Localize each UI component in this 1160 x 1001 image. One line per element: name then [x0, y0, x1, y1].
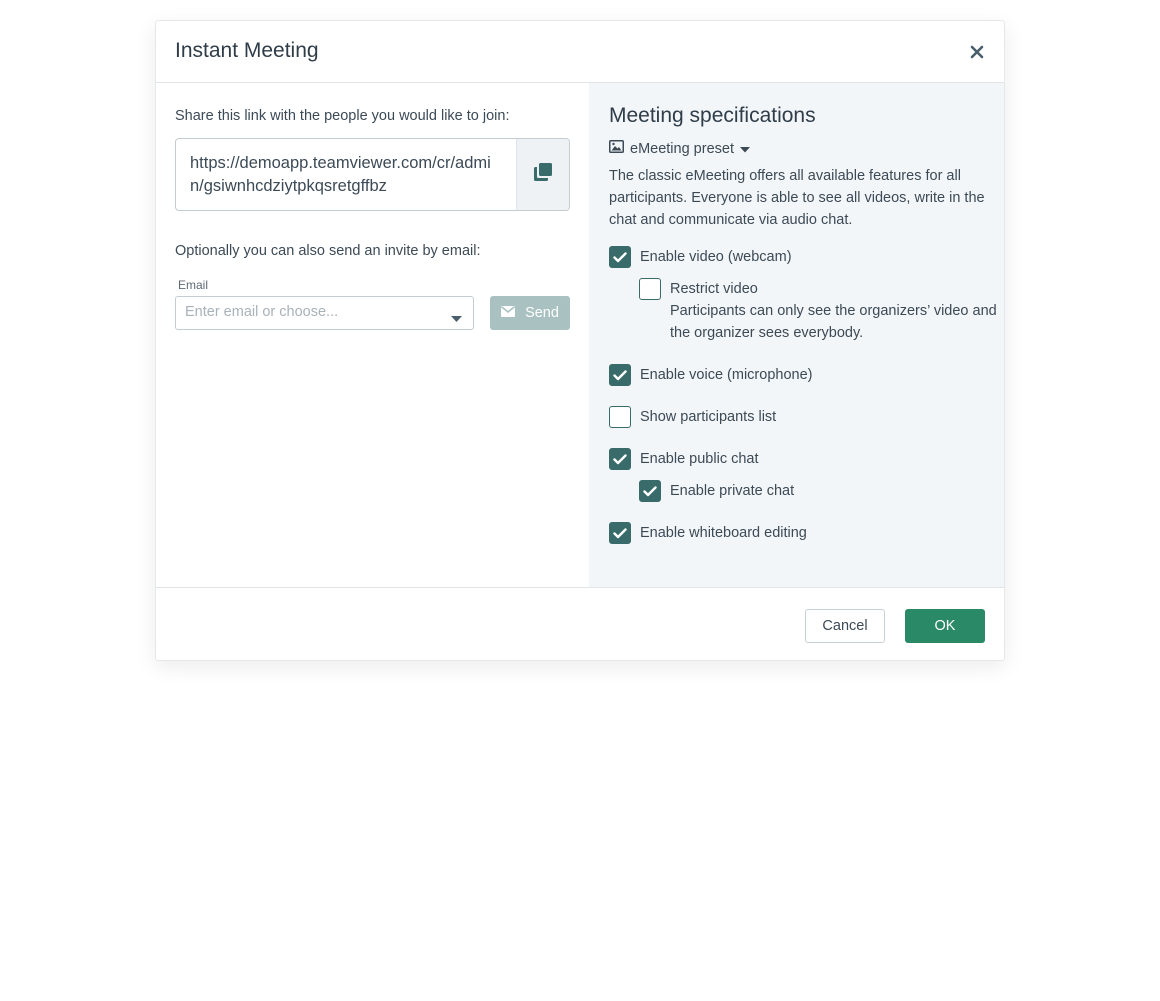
option-public-chat[interactable]: Enable public chat	[609, 448, 759, 470]
send-invite-button[interactable]: Send	[490, 296, 570, 330]
close-icon[interactable]	[966, 41, 988, 63]
meeting-link[interactable]: https://demoapp.teamviewer.com/cr/admin/…	[190, 152, 500, 197]
copy-link-button[interactable]	[516, 139, 569, 210]
checkmark-icon	[643, 485, 657, 497]
option-private-chat[interactable]: Enable private chat	[639, 480, 794, 502]
voice-label: Enable voice (microphone)	[640, 367, 813, 383]
ok-button[interactable]: OK	[905, 609, 985, 643]
meeting-specs-pane: Meeting specifications eMeeting preset T…	[589, 83, 1004, 587]
private-chat-label: Enable private chat	[670, 483, 795, 499]
copy-icon	[533, 162, 553, 187]
whiteboard-label: Enable whiteboard editing	[640, 525, 807, 541]
video-checkbox[interactable]	[609, 246, 631, 268]
whiteboard-checkbox[interactable]	[609, 522, 631, 544]
voice-checkbox[interactable]	[609, 364, 631, 386]
preset-description: The classic eMeeting offers all availabl…	[609, 168, 985, 228]
restrict-video-checkbox[interactable]	[639, 278, 661, 300]
option-voice[interactable]: Enable voice (microphone)	[609, 364, 812, 386]
specs-title: Meeting specifications	[609, 104, 816, 127]
email-label: Email	[178, 278, 209, 292]
instant-meeting-dialog: Instant Meeting Share this link with the…	[155, 20, 1005, 661]
option-participants-list[interactable]: Show participants list	[609, 406, 776, 428]
image-icon	[609, 140, 624, 157]
video-label: Enable video (webcam)	[640, 249, 792, 265]
dialog-header: Instant Meeting	[156, 21, 1004, 83]
email-input[interactable]	[185, 304, 435, 320]
restrict-video-description: Participants can only see the organizers…	[670, 303, 997, 341]
share-prompt: Share this link with the people you woul…	[175, 108, 510, 124]
checkmark-icon	[613, 453, 627, 465]
option-video[interactable]: Enable video (webcam)	[609, 246, 792, 268]
envelope-icon	[501, 305, 516, 321]
chevron-down-icon	[739, 141, 750, 157]
dialog-body: Share this link with the people you woul…	[156, 83, 1004, 587]
checkmark-icon	[613, 527, 627, 539]
dialog-title: Instant Meeting	[175, 39, 319, 62]
send-label: Send	[525, 305, 559, 321]
restrict-video-label: Restrict video	[670, 281, 758, 297]
preset-dropdown[interactable]: eMeeting preset	[609, 140, 750, 157]
private-chat-checkbox[interactable]	[639, 480, 661, 502]
participants-list-checkbox[interactable]	[609, 406, 631, 428]
chevron-down-icon[interactable]	[451, 310, 462, 328]
cancel-button[interactable]: Cancel	[805, 609, 885, 643]
dialog-footer: Cancel OK	[156, 587, 1004, 661]
share-pane: Share this link with the people you woul…	[156, 83, 589, 587]
invite-prompt: Optionally you can also send an invite b…	[175, 243, 481, 259]
preset-label: eMeeting preset	[630, 140, 734, 157]
checkmark-icon	[613, 369, 627, 381]
meeting-link-box[interactable]: https://demoapp.teamviewer.com/cr/admin/…	[175, 138, 570, 211]
email-combobox[interactable]	[175, 296, 474, 330]
option-restrict-video[interactable]: Restrict video Participants can only see…	[639, 278, 1000, 344]
checkmark-icon	[613, 251, 627, 263]
option-whiteboard[interactable]: Enable whiteboard editing	[609, 522, 807, 544]
participants-list-label: Show participants list	[640, 409, 777, 425]
public-chat-label: Enable public chat	[640, 451, 759, 467]
public-chat-checkbox[interactable]	[609, 448, 631, 470]
